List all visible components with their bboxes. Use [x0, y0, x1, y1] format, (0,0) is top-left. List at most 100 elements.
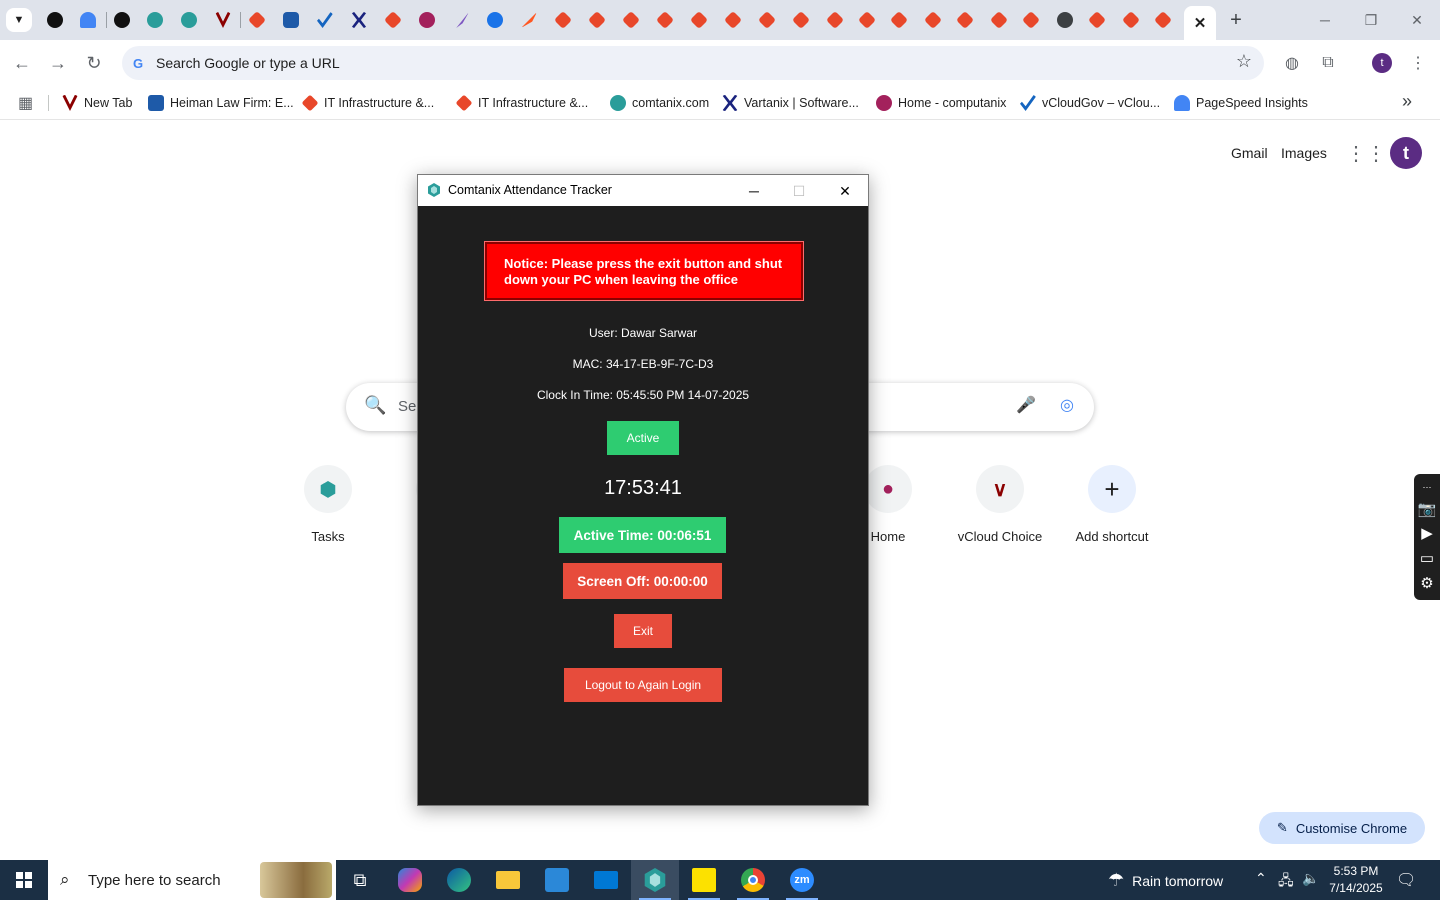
taskbar-mail[interactable] — [582, 860, 630, 900]
images-link[interactable]: Images — [1281, 145, 1327, 161]
tab-pinned-20[interactable] — [684, 8, 714, 32]
taskbar-date[interactable]: 7/14/2025 — [1320, 881, 1392, 895]
apps-grid-icon[interactable]: ▦ — [18, 93, 33, 113]
bookmark-item[interactable]: vCloudGov – vClou... — [1020, 92, 1160, 114]
start-button[interactable] — [0, 860, 48, 900]
new-tab-button[interactable]: + — [1224, 8, 1248, 32]
bookmark-item[interactable]: Home - computanix — [876, 92, 1006, 114]
bookmark-star-icon[interactable]: ☆ — [1236, 51, 1252, 72]
tab-pinned-7[interactable] — [242, 8, 272, 32]
tab-pinned-16[interactable] — [548, 8, 578, 32]
extensions-icon[interactable]: ⧉ — [1316, 51, 1340, 75]
window-icon[interactable]: ▭ — [1420, 551, 1434, 566]
customise-chrome-button[interactable]: ✎ Customise Chrome — [1259, 812, 1425, 844]
profile-avatar[interactable]: t — [1390, 137, 1422, 169]
tab-pinned-34[interactable] — [1148, 8, 1178, 32]
bookmark-item[interactable]: comtanix.com — [610, 92, 709, 114]
tab-pinned-32[interactable] — [1082, 8, 1112, 32]
tab-pinned-9[interactable] — [310, 8, 340, 32]
tab-pinned-11[interactable] — [378, 8, 408, 32]
tab-pinned-24[interactable] — [820, 8, 850, 32]
chevron-double-right-icon[interactable]: » — [1402, 91, 1412, 112]
translate-icon[interactable]: ◍ — [1280, 51, 1304, 75]
tab-pinned-4[interactable] — [140, 8, 170, 32]
tab-pinned-15[interactable] — [514, 8, 544, 32]
tab-pinned-29[interactable] — [984, 8, 1014, 32]
omnibox[interactable]: G Search Google or type a URL ☆ — [122, 46, 1264, 80]
tracker-minimize-button[interactable]: ─ — [734, 179, 774, 203]
taskbar-copilot[interactable] — [386, 860, 434, 900]
close-icon[interactable]: ✕ — [1194, 14, 1207, 32]
omnibox-placeholder[interactable]: Search Google or type a URL — [156, 55, 340, 71]
tab-pinned-2[interactable] — [73, 8, 103, 32]
forward-button[interactable]: → — [44, 49, 72, 77]
more-dots-icon[interactable]: ⋯ — [1423, 482, 1432, 492]
taskbar-file-explorer[interactable] — [484, 860, 532, 900]
camera-icon[interactable]: 📷 — [1418, 502, 1437, 517]
tab-pinned-18[interactable] — [616, 8, 646, 32]
tab-pinned-10[interactable] — [344, 8, 374, 32]
reload-button[interactable]: ↻ — [80, 49, 108, 77]
bookmark-item[interactable]: Vartanix | Software... — [722, 92, 859, 114]
tab-active[interactable]: ✕ — [1184, 6, 1216, 40]
video-icon[interactable]: ▶ — [1421, 526, 1433, 541]
tab-pinned-28[interactable] — [950, 8, 980, 32]
bookmark-item[interactable]: IT Infrastructure &... — [301, 92, 434, 114]
tab-pinned-27[interactable] — [918, 8, 948, 32]
search-placeholder[interactable]: Se — [398, 398, 416, 415]
window-close-button[interactable]: ✕ — [1394, 6, 1440, 34]
shortcut-tasks[interactable]: ⬢ Tasks — [272, 465, 384, 555]
tracker-close-button[interactable]: ✕ — [825, 179, 865, 203]
tab-pinned-19[interactable] — [650, 8, 680, 32]
status-active-button[interactable]: Active — [607, 421, 679, 455]
tab-pinned-30[interactable] — [1016, 8, 1046, 32]
network-icon[interactable]: 🖧 — [1278, 870, 1294, 894]
taskbar-search[interactable]: ⌕ Type here to search — [48, 860, 336, 900]
gear-icon[interactable]: ⚙ — [1420, 576, 1433, 591]
tab-search-button[interactable]: ▼ — [6, 8, 32, 32]
taskbar-time[interactable]: 5:53 PM — [1326, 864, 1386, 878]
taskbar-search-placeholder[interactable]: Type here to search — [88, 872, 221, 889]
microphone-icon[interactable]: 🎤 — [1016, 395, 1036, 415]
tab-pinned-12[interactable] — [412, 8, 442, 32]
bookmark-item[interactable]: Heiman Law Firm: E... — [148, 92, 294, 114]
tab-pinned-33[interactable] — [1116, 8, 1146, 32]
menu-dots-icon[interactable]: ⋮ — [1406, 51, 1430, 75]
shortcut-add[interactable]: + Add shortcut — [1056, 465, 1168, 555]
tracker-maximize-button[interactable]: ☐ — [779, 179, 819, 203]
taskbar-store[interactable] — [533, 860, 581, 900]
speaker-icon[interactable]: 🔈 — [1302, 870, 1319, 887]
tab-pinned-8[interactable] — [276, 8, 306, 32]
gmail-link[interactable]: Gmail — [1231, 145, 1268, 161]
tab-pinned-31[interactable] — [1050, 8, 1080, 32]
tab-pinned-22[interactable] — [752, 8, 782, 32]
bookmark-item[interactable]: IT Infrastructure &... — [455, 92, 588, 114]
tab-pinned-23[interactable] — [786, 8, 816, 32]
taskbar-attendance-tracker[interactable] — [631, 860, 679, 900]
back-button[interactable]: ← — [8, 49, 36, 77]
tab-pinned-26[interactable] — [884, 8, 914, 32]
google-lens-icon[interactable]: ◎ — [1060, 395, 1074, 415]
bookmark-item[interactable]: PageSpeed Insights — [1174, 92, 1308, 114]
tab-pinned-6[interactable] — [208, 8, 238, 32]
task-view-button[interactable]: ⧉ — [336, 860, 384, 900]
taskbar-chrome[interactable] — [729, 860, 777, 900]
tracker-title-bar[interactable]: Comtanix Attendance Tracker ─ ☐ ✕ — [418, 175, 868, 206]
logout-button[interactable]: Logout to Again Login — [564, 668, 722, 702]
window-minimize-button[interactable]: ─ — [1302, 6, 1348, 34]
profile-avatar-small[interactable]: t — [1372, 53, 1392, 73]
tab-pinned-21[interactable] — [718, 8, 748, 32]
bookmark-item[interactable]: New Tab — [62, 92, 132, 114]
shortcut-vcloud-choice[interactable]: ∨ vCloud Choice — [944, 465, 1056, 555]
tab-pinned-14[interactable] — [480, 8, 510, 32]
tab-pinned-13[interactable] — [446, 8, 476, 32]
tab-pinned-17[interactable] — [582, 8, 612, 32]
notification-icon[interactable]: 🗨 — [1396, 870, 1416, 890]
taskbar-sticky-notes[interactable] — [680, 860, 728, 900]
tab-pinned-5[interactable] — [174, 8, 204, 32]
taskbar-edge[interactable] — [435, 860, 483, 900]
tab-pinned-25[interactable] — [852, 8, 882, 32]
tab-pinned-3[interactable] — [107, 8, 137, 32]
chevron-up-icon[interactable]: ⌃ — [1255, 870, 1267, 887]
tab-pinned-1[interactable] — [40, 8, 70, 32]
